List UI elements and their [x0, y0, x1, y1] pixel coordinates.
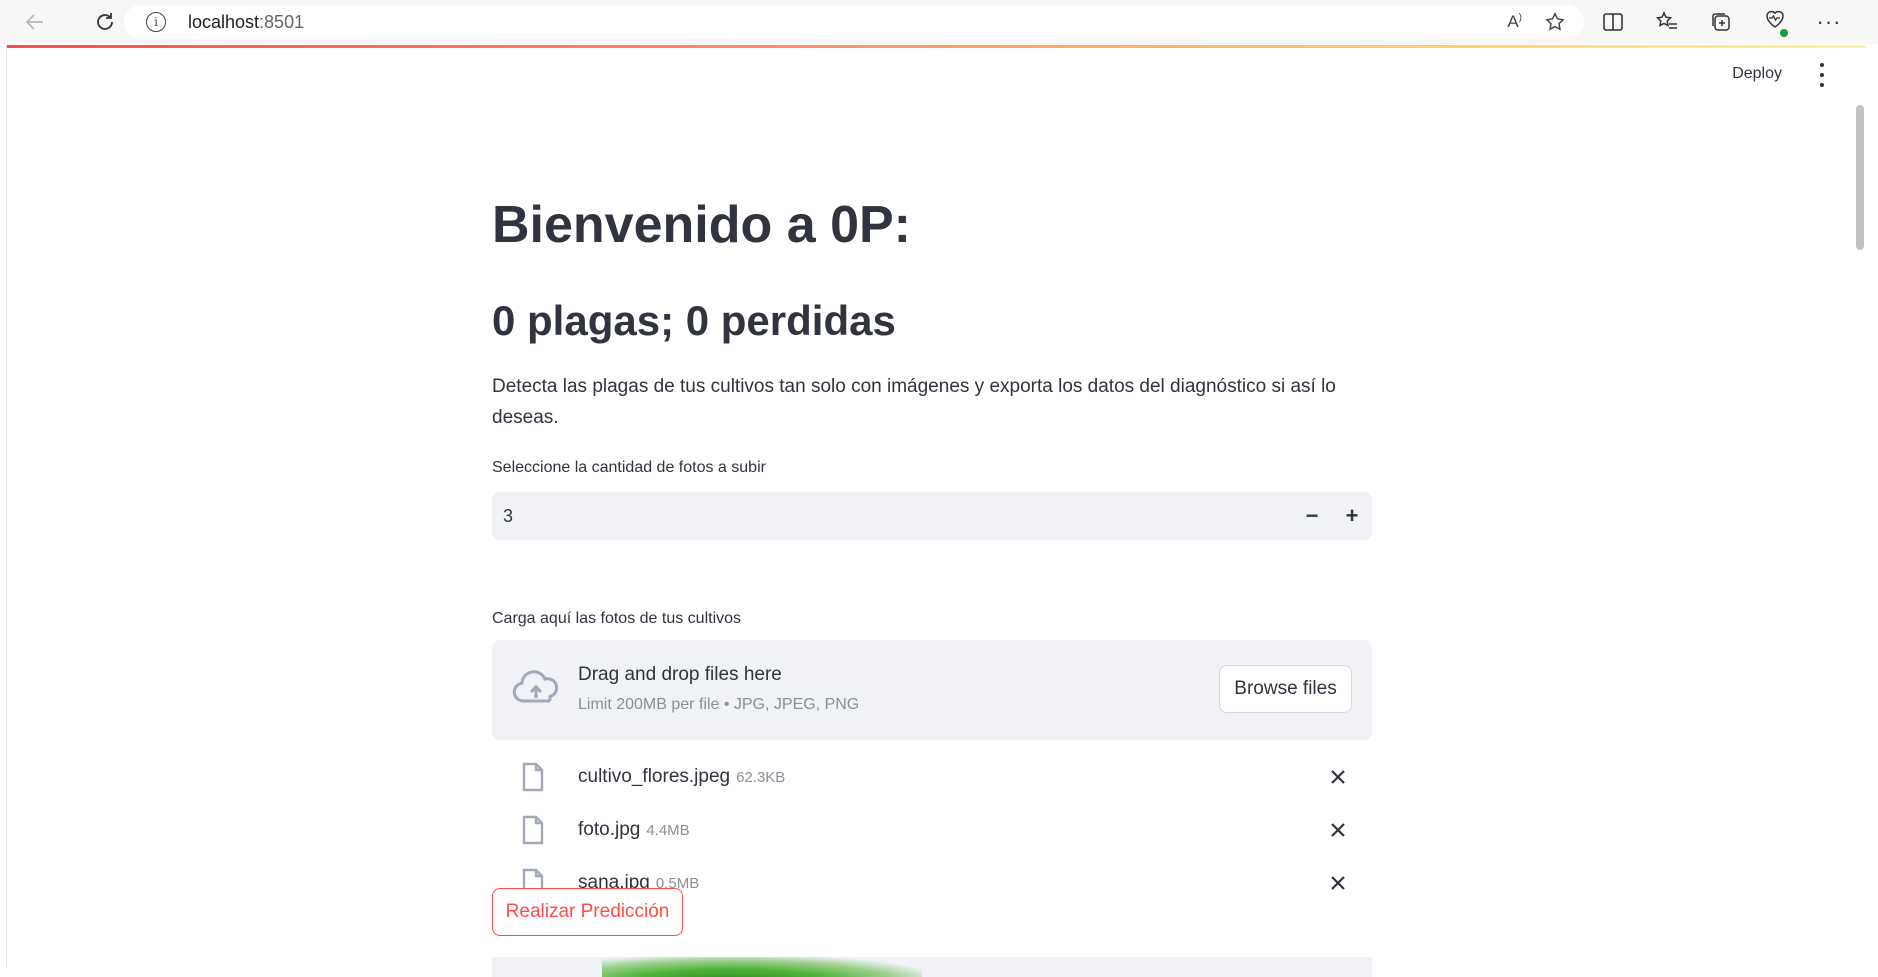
read-aloud-icon[interactable]: A) [1507, 12, 1522, 32]
file-size: 4.4MB [646, 822, 690, 839]
increment-button[interactable]: + [1332, 492, 1372, 540]
remove-file-icon[interactable] [1326, 818, 1350, 842]
address-bar[interactable]: i localhost:8501 A) [124, 5, 1584, 39]
file-name: cultivo_flores.jpeg [578, 766, 731, 787]
remove-file-icon[interactable] [1326, 765, 1350, 789]
file-size: 62.3KB [736, 769, 786, 786]
scrollbar-thumb[interactable] [1856, 105, 1864, 250]
reload-icon [97, 13, 113, 30]
crop-photo-preview [602, 957, 922, 977]
dropzone-limit: Limit 200MB per file • JPG, JPEG, PNG [578, 696, 860, 713]
info-icon[interactable]: i [146, 12, 166, 32]
browser-toolbar: i localhost:8501 A) ··· [0, 0, 1878, 44]
file-icon [522, 815, 544, 845]
decrement-button[interactable]: − [1292, 492, 1332, 540]
collections-icon[interactable] [1706, 10, 1736, 34]
url-port: :8501 [259, 11, 305, 32]
header-accent-bar [7, 45, 1866, 48]
uploaded-file-row: cultivo_flores.jpeg 62.3KB [492, 754, 1372, 800]
browse-files-button[interactable]: Browse files [1219, 665, 1352, 713]
url-text[interactable]: localhost:8501 [188, 12, 304, 33]
arrow-left-icon [25, 14, 43, 30]
favorites-icon[interactable] [1652, 10, 1682, 34]
quantity-label: Seleccione la cantidad de fotos a subir [492, 459, 766, 476]
predict-button[interactable]: Realizar Predicción [492, 888, 683, 936]
image-preview [492, 957, 1372, 977]
page-title: Bienvenido a 0P: [492, 196, 911, 254]
url-host: localhost [188, 11, 260, 32]
cloud-upload-icon [512, 670, 559, 703]
app-page: Deploy Bienvenido a 0P: 0 plagas; 0 perd… [6, 45, 1866, 977]
remove-file-icon[interactable] [1326, 871, 1350, 895]
kebab-menu-icon[interactable] [1818, 63, 1826, 87]
file-dropzone[interactable]: Drag and drop files here Limit 200MB per… [492, 640, 1372, 740]
favorite-star-icon[interactable] [1544, 11, 1566, 33]
more-options-icon[interactable]: ··· [1814, 9, 1844, 35]
quantity-value[interactable]: 3 [503, 506, 513, 527]
description-text: Detecta las plagas de tus cultivos tan s… [492, 376, 1336, 428]
uploader-label: Carga aquí las fotos de tus cultivos [492, 610, 742, 627]
browser-essentials-icon[interactable] [1760, 7, 1790, 37]
back-button[interactable] [15, 2, 55, 42]
deploy-button[interactable]: Deploy [1732, 65, 1782, 83]
dropzone-title: Drag and drop files here [578, 664, 782, 685]
page-subtitle: 0 plagas; 0 perdidas [492, 297, 896, 344]
quantity-stepper[interactable]: 3 − + [492, 492, 1372, 540]
reload-button[interactable] [85, 2, 125, 42]
uploaded-file-row: foto.jpg 4.4MB [492, 807, 1372, 853]
split-screen-icon[interactable] [1598, 10, 1628, 34]
file-name: foto.jpg [578, 819, 641, 840]
file-icon [522, 762, 544, 792]
